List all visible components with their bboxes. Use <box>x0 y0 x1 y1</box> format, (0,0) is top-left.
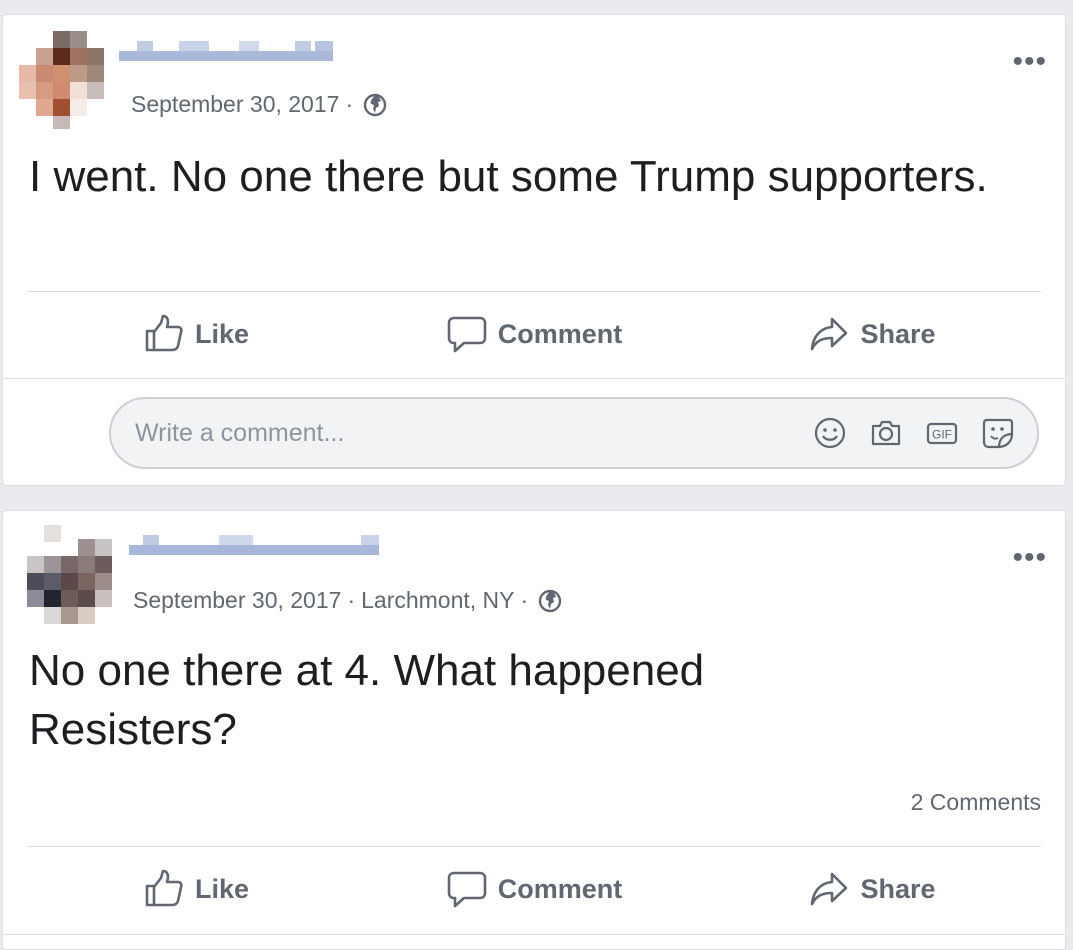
comment-composer: GIF <box>109 397 1039 469</box>
thumbs-up-icon <box>145 869 183 907</box>
globe-icon[interactable] <box>363 93 387 117</box>
author-name[interactable] <box>119 41 333 61</box>
action-bar: Like Comment Share <box>27 309 1041 359</box>
post-card: September 30, 2017 · Larchmont, NY · •••… <box>2 510 1066 950</box>
post-card: September 30, 2017 · ••• I went. No one … <box>2 14 1066 486</box>
meta-separator: · <box>345 91 354 117</box>
composer-icons: GIF <box>791 416 1015 450</box>
comment-label: Comment <box>497 318 623 349</box>
like-label: Like <box>194 873 250 904</box>
post-location[interactable]: Larchmont, NY <box>361 587 514 614</box>
meta-separator: · <box>520 587 529 613</box>
action-bar: Like Comment Share <box>27 864 1041 914</box>
post-text: No one there at 4. What happened Resiste… <box>29 646 705 754</box>
like-button[interactable]: Like <box>27 309 365 359</box>
gif-icon[interactable]: GIF <box>925 416 959 450</box>
share-arrow-icon <box>811 872 848 906</box>
post-date[interactable]: September 30, 2017 <box>131 91 339 118</box>
share-label: Share <box>860 318 936 349</box>
svg-text:GIF: GIF <box>932 428 952 442</box>
more-options-button[interactable]: ••• <box>1012 47 1047 77</box>
post-text: I went. No one there but some Trump supp… <box>29 152 988 201</box>
post-meta: September 30, 2017 · Larchmont, NY · <box>133 587 562 614</box>
share-button[interactable]: Share <box>703 309 1041 359</box>
camera-icon[interactable] <box>869 416 903 450</box>
globe-icon[interactable] <box>538 589 562 613</box>
comment-count[interactable]: 2 Comments <box>911 789 1041 816</box>
avatar[interactable] <box>19 31 119 131</box>
share-label: Share <box>860 873 936 904</box>
divider <box>3 378 1065 379</box>
comment-icon <box>447 316 487 353</box>
comment-icon <box>447 871 487 908</box>
emoji-icon[interactable] <box>813 416 847 450</box>
meta-separator: · <box>347 587 356 613</box>
divider <box>27 846 1041 847</box>
like-label: Like <box>194 318 250 349</box>
share-button[interactable]: Share <box>703 864 1041 914</box>
divider <box>27 291 1041 292</box>
share-arrow-icon <box>811 317 848 351</box>
divider <box>3 934 1065 935</box>
sticker-icon[interactable] <box>981 416 1015 450</box>
author-name[interactable] <box>129 535 379 555</box>
thumbs-up-icon <box>145 314 183 352</box>
more-options-button[interactable]: ••• <box>1012 543 1047 573</box>
comment-button[interactable]: Comment <box>365 864 703 914</box>
comment-button[interactable]: Comment <box>365 309 703 359</box>
like-button[interactable]: Like <box>27 864 365 914</box>
avatar[interactable] <box>27 525 127 625</box>
post-date[interactable]: September 30, 2017 <box>133 587 341 614</box>
post-meta: September 30, 2017 · <box>131 91 387 118</box>
comment-label: Comment <box>497 873 623 904</box>
comment-input[interactable] <box>133 417 791 449</box>
